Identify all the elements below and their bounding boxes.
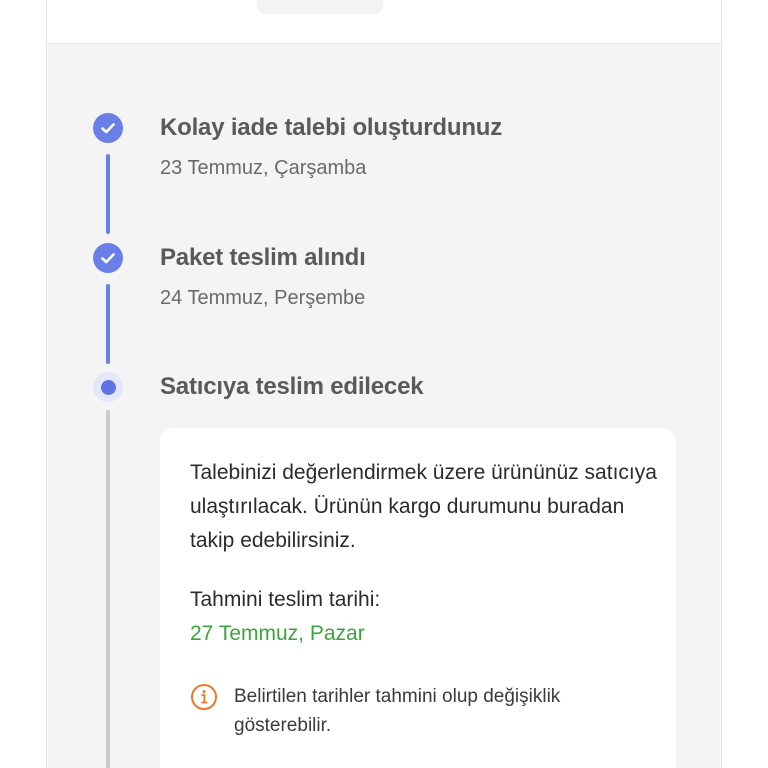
info-description: Talebinizi değerlendirmek üzere ürününüz… [190, 461, 657, 552]
step-title: Satıcıya teslim edilecek [160, 373, 424, 400]
top-card [47, 0, 721, 44]
step-date: 24 Temmuz, Perşembe [160, 287, 366, 309]
info-icon [190, 683, 218, 711]
estimate-date: 27 Temmuz, Pazar [190, 622, 365, 645]
timeline-connector-completed [106, 284, 110, 364]
step-date: 23 Temmuz, Çarşamba [160, 157, 367, 179]
disclaimer-note: Belirtilen tarihler tahmini olup değişik… [234, 686, 561, 736]
current-step-dot [100, 379, 116, 395]
step-title: Paket teslim alındı [160, 244, 366, 271]
estimate-label: Tahmini teslim tarihi: [190, 588, 381, 611]
timeline-connector-pending [106, 410, 110, 768]
return-status-panel: Kolay iade talebi oluşturdunuz 23 Temmuz… [46, 0, 722, 768]
delivery-info-card: Talebinizi değerlendirmek üzere ürününüz… [160, 428, 676, 768]
top-card-handle [257, 0, 383, 14]
timeline-connector-completed [106, 154, 110, 234]
current-step-dot-icon [93, 372, 123, 402]
check-icon [93, 243, 123, 273]
check-icon [93, 113, 123, 143]
step-title: Kolay iade talebi oluşturdunuz [160, 114, 503, 141]
